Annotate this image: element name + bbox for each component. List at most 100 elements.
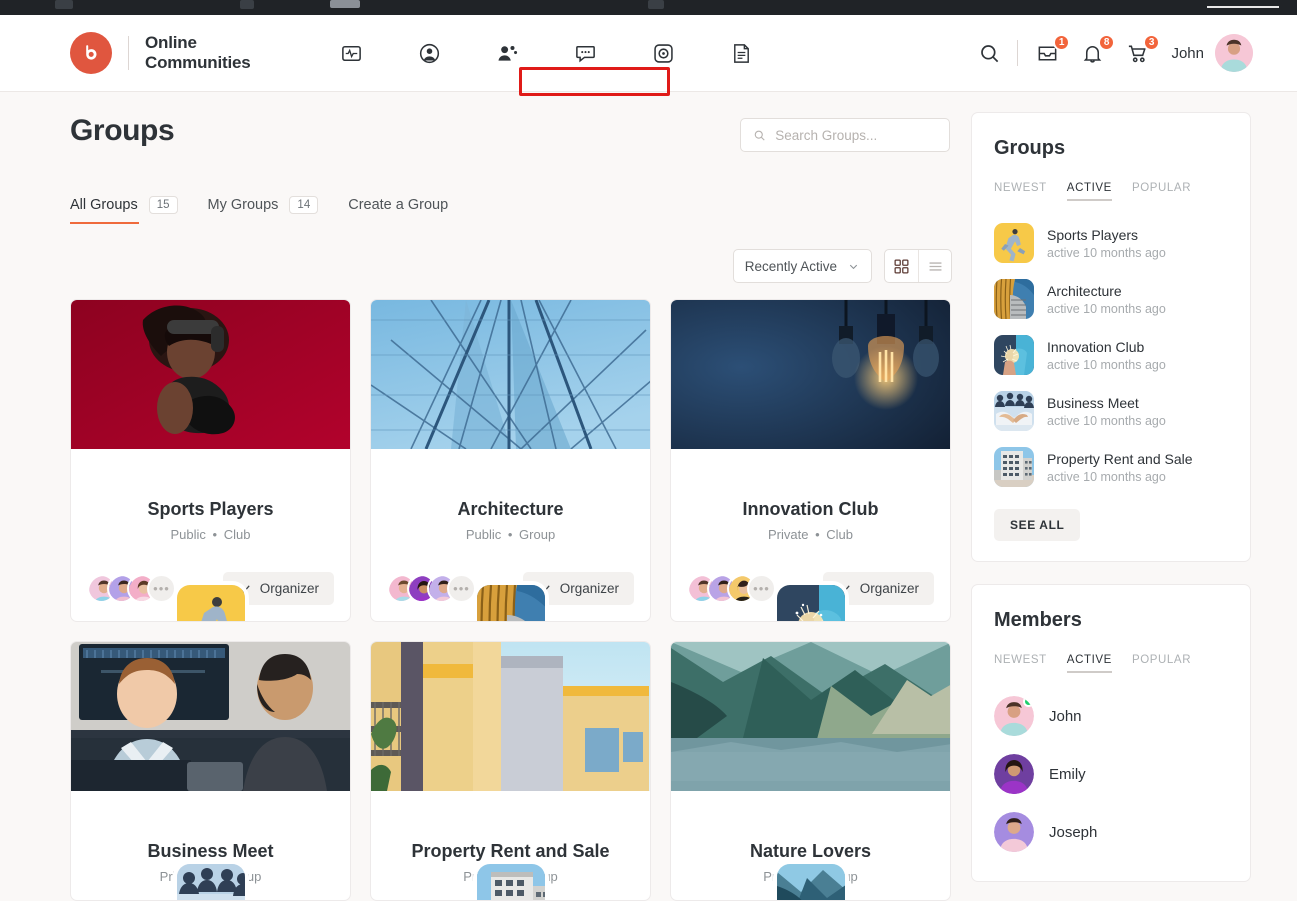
group-card[interactable]: Innovation Club Private • Club ••• Organ…: [670, 299, 951, 622]
group-title: Innovation Club: [742, 499, 879, 519]
groups-widget-tab-popular[interactable]: POPULAR: [1132, 182, 1191, 201]
messages-icon[interactable]: [572, 40, 598, 66]
documents-icon[interactable]: [728, 40, 754, 66]
group-card-body: Architecture Public • Group: [371, 449, 650, 558]
chrome-tab-ghost: [55, 0, 73, 9]
brand-logo-block[interactable]: Online Communities: [70, 32, 251, 74]
tab-my-groups-count: 14: [289, 196, 319, 214]
members-widget-tab-newest[interactable]: NEWEST: [994, 654, 1047, 673]
tab-all-groups[interactable]: All Groups 15: [70, 196, 178, 224]
tab-create-a-group[interactable]: Create a Group: [348, 197, 448, 223]
chrome-tab-ghost: [240, 0, 254, 9]
groups-widget-title: Groups: [994, 137, 1066, 159]
group-title: Property Rent and Sale: [411, 841, 610, 861]
organizer-label: Organizer: [559, 581, 619, 596]
list-item[interactable]: Innovation Club active 10 months ago: [994, 327, 1228, 383]
group-cover-image: [671, 300, 950, 449]
list-item[interactable]: Property Rent and Sale active 10 months …: [994, 439, 1228, 495]
member-avatar-stack[interactable]: •••: [687, 574, 776, 603]
list-item-text: Sports Players active 10 months ago: [1047, 227, 1166, 260]
group-card[interactable]: Property Rent and Sale Private • Group: [370, 641, 651, 901]
group-thumbnail: [994, 391, 1034, 431]
group-activity: active 10 months ago: [1047, 357, 1166, 372]
see-all-button[interactable]: SEE ALL: [994, 509, 1081, 541]
list-item[interactable]: Emily: [994, 745, 1228, 803]
media-icon[interactable]: [650, 40, 676, 66]
organizer-label: Organizer: [259, 581, 319, 596]
group-card[interactable]: Business Meet Private • Meetup: [70, 641, 351, 901]
group-type: Group: [519, 527, 556, 542]
chrome-window-controls[interactable]: [1207, 6, 1279, 8]
meta-dot: •: [815, 527, 820, 542]
list-item-text: Business Meet active 10 months ago: [1047, 395, 1166, 428]
members-widget-tab-popular[interactable]: POPULAR: [1132, 654, 1191, 673]
group-cover-image: [671, 642, 950, 791]
list-view-icon[interactable]: [918, 250, 951, 282]
main-column: Groups All Groups 15 My Groups 14 Create…: [70, 92, 952, 901]
group-tabs: All Groups 15 My Groups 14 Create a Grou…: [70, 196, 952, 224]
group-avatar: [772, 581, 849, 621]
avatar: [994, 696, 1034, 736]
group-card[interactable]: Sports Players Public • Club ••• Organiz…: [70, 299, 351, 622]
organizer-label: Organizer: [859, 581, 919, 596]
grid-view-icon[interactable]: [885, 250, 918, 282]
bell-icon[interactable]: 8: [1081, 33, 1116, 65]
group-title: Sports Players: [147, 499, 274, 519]
group-thumbnail: [994, 279, 1034, 319]
list-item-text: Architecture active 10 months ago: [1047, 283, 1166, 316]
list-item[interactable]: Business Meet active 10 months ago: [994, 383, 1228, 439]
chrome-tab-ghost: [648, 0, 664, 9]
groups-icon[interactable]: [494, 40, 520, 66]
brand-name-line2: Communities: [145, 53, 251, 72]
member-name: John: [1049, 707, 1082, 725]
sort-and-view-controls: Recently Active: [70, 249, 952, 283]
profile-icon[interactable]: [416, 40, 442, 66]
list-item-text: Innovation Club active 10 months ago: [1047, 339, 1166, 372]
group-card[interactable]: Nature Lovers Private • Group: [670, 641, 951, 901]
member-avatar-stack[interactable]: •••: [87, 574, 176, 603]
group-activity: active 10 months ago: [1047, 413, 1166, 428]
user-menu[interactable]: John: [1171, 34, 1253, 72]
inbox-icon[interactable]: 1: [1036, 33, 1071, 65]
group-meta: Public • Club: [87, 527, 334, 542]
topbar-right-cluster: 1 8 3 John: [978, 33, 1253, 72]
group-type: Club: [826, 527, 854, 542]
brand-name-line1: Online: [145, 32, 197, 52]
tab-my-groups-label: My Groups: [207, 197, 279, 213]
group-activity: active 10 months ago: [1047, 469, 1166, 484]
groups-widget-tab-active[interactable]: ACTIVE: [1066, 182, 1113, 201]
members-widget-tab-active[interactable]: ACTIVE: [1066, 654, 1113, 673]
cart-icon[interactable]: 3: [1126, 33, 1161, 65]
members-widget-tabs: NEWEST ACTIVE POPULAR: [994, 654, 1228, 673]
group-name: Innovation Club: [1047, 338, 1145, 355]
group-privacy: Private: [767, 527, 809, 542]
groups-widget-tab-newest[interactable]: NEWEST: [994, 182, 1047, 201]
list-item[interactable]: Architecture active 10 months ago: [994, 271, 1228, 327]
cart-badge: 3: [1142, 33, 1161, 51]
search-icon[interactable]: [978, 42, 1001, 65]
member-name: Joseph: [1049, 823, 1098, 841]
search-input[interactable]: [775, 127, 937, 143]
brand-mark-icon: [70, 32, 112, 74]
list-item[interactable]: Joseph: [994, 803, 1228, 861]
list-item[interactable]: Sports Players active 10 months ago: [994, 215, 1228, 271]
list-item[interactable]: John: [994, 687, 1228, 745]
group-name: Business Meet: [1047, 394, 1139, 411]
avatar: [994, 754, 1034, 794]
inbox-badge: 1: [1052, 33, 1071, 51]
member-avatar-stack[interactable]: •••: [387, 574, 476, 603]
group-thumbnail: [994, 223, 1034, 263]
avatar[interactable]: [1215, 34, 1253, 72]
activity-icon[interactable]: [338, 40, 364, 66]
tab-my-groups[interactable]: My Groups 14: [208, 196, 319, 224]
search-groups-field[interactable]: [740, 118, 950, 152]
group-cover-image: [71, 642, 350, 791]
groups-widget-tabs: NEWEST ACTIVE POPULAR: [994, 182, 1228, 201]
group-cover-image: [71, 300, 350, 449]
group-card[interactable]: Architecture Public • Group ••• Organize…: [370, 299, 651, 622]
group-avatar: [472, 581, 549, 621]
group-privacy: Public: [465, 527, 502, 542]
sidebar-column: Groups NEWEST ACTIVE POPULAR Sports Play…: [971, 112, 1251, 882]
sort-dropdown[interactable]: Recently Active: [732, 249, 872, 283]
group-name: Architecture: [1047, 282, 1122, 299]
